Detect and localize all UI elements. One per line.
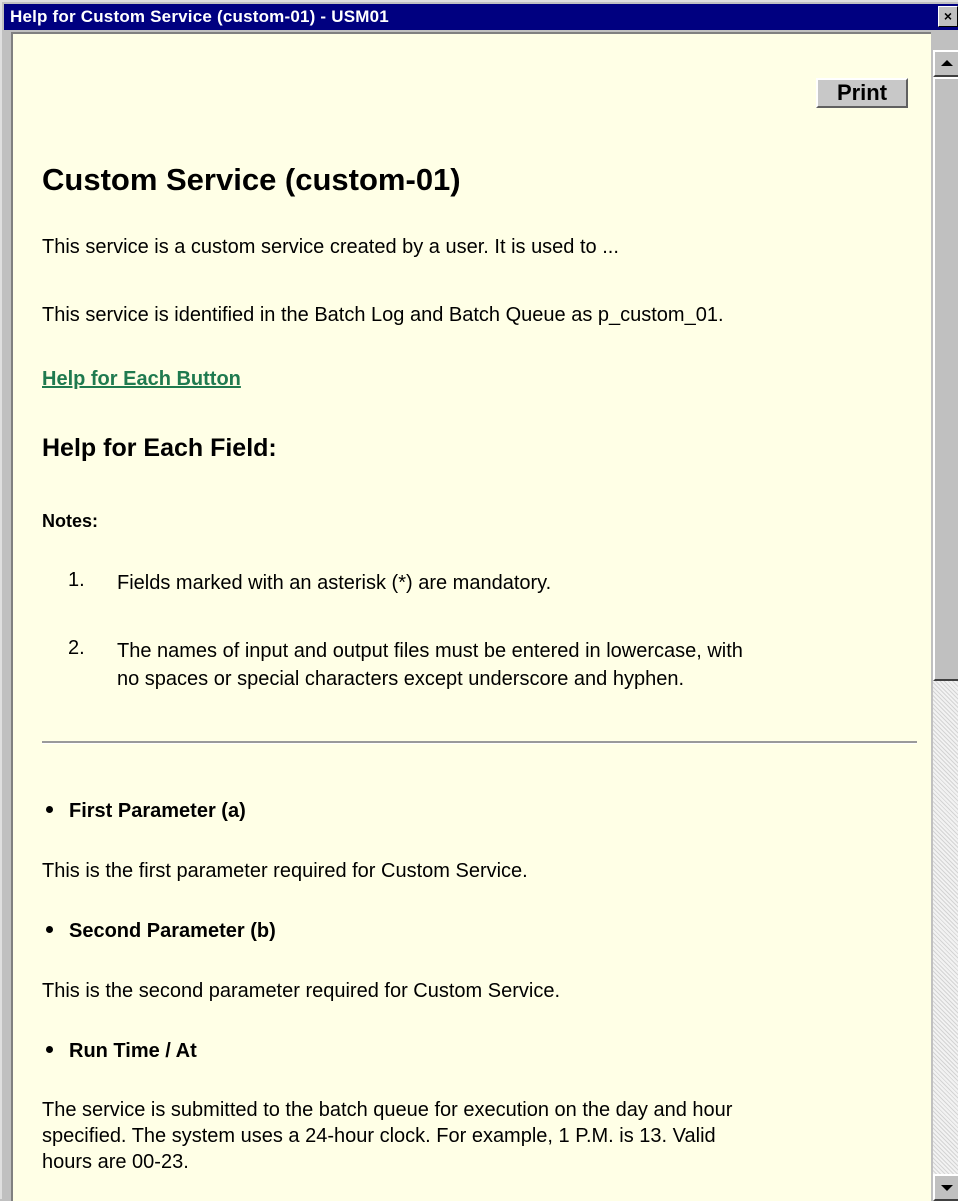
bullet-icon	[46, 1046, 53, 1054]
field-name: First Parameter (a)	[69, 800, 246, 822]
close-button[interactable]: ×	[938, 6, 958, 27]
close-icon: ×	[943, 8, 953, 24]
arrow-down-icon	[941, 1185, 953, 1191]
print-button[interactable]: Print	[816, 78, 908, 108]
note-text-line-1: The names of input and output files must…	[117, 640, 743, 662]
description-line: The service is submitted to the batch qu…	[42, 1099, 733, 1121]
identified-text: This service is identified in the Batch …	[42, 304, 724, 326]
window-title: Help for Custom Service (custom-01) - US…	[10, 7, 389, 26]
page-title: Custom Service (custom-01)	[42, 162, 461, 197]
note-text: Fields marked with an asterisk (*) are m…	[117, 572, 552, 594]
divider	[42, 741, 917, 744]
bullet-icon	[46, 806, 53, 814]
note-number: 2.	[68, 637, 85, 659]
field-description: This is the first parameter required for…	[42, 860, 528, 882]
title-bar[interactable]: Help for Custom Service (custom-01) - US…	[4, 4, 958, 30]
description-line: hours are 00-23.	[42, 1151, 189, 1173]
intro-text: This service is a custom service created…	[42, 236, 619, 258]
bullet-icon	[46, 926, 53, 934]
help-window: Help for Custom Service (custom-01) - US…	[0, 0, 958, 1201]
note-text-line-2: no spaces or special characters except u…	[117, 668, 685, 690]
description-line: specified. The system uses a 24-hour clo…	[42, 1125, 716, 1147]
arrow-up-icon	[941, 60, 953, 66]
field-name: Run Time / At	[69, 1040, 197, 1062]
field-item: First Parameter (a)	[46, 800, 246, 823]
help-content: Print Custom Service (custom-01) This se…	[11, 32, 931, 1201]
notes-label: Notes:	[42, 511, 99, 531]
field-item: Second Parameter (b)	[46, 920, 276, 943]
field-help-heading: Help for Each Field:	[42, 434, 277, 462]
note-number: 1.	[68, 569, 85, 591]
field-description: The service is submitted to the batch qu…	[42, 1097, 922, 1175]
field-item: Run Time / At	[46, 1040, 197, 1063]
scroll-up-button[interactable]	[933, 50, 958, 77]
help-for-each-button-link[interactable]: Help for Each Button	[42, 368, 241, 391]
scrollbar-thumb[interactable]	[933, 77, 958, 681]
scroll-down-button[interactable]	[933, 1174, 958, 1201]
vertical-scrollbar[interactable]	[933, 50, 958, 1201]
field-name: Second Parameter (b)	[69, 920, 276, 942]
field-description: This is the second parameter required fo…	[42, 980, 560, 1002]
